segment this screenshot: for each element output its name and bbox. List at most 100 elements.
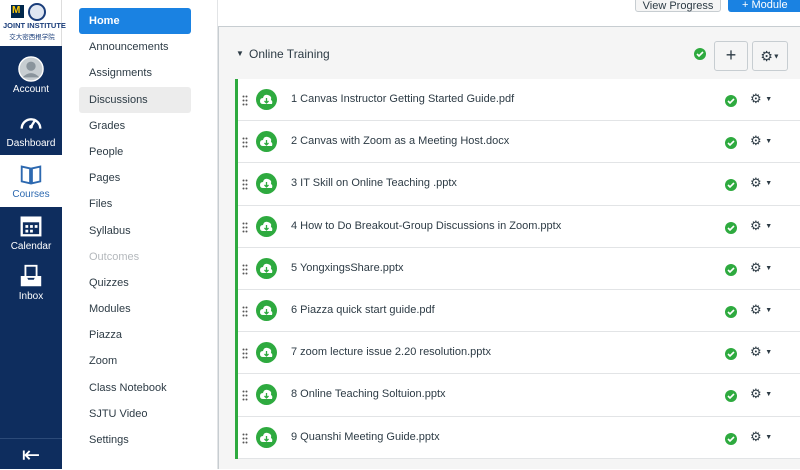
module-item-title[interactable]: 7 zoom lecture issue 2.20 resolution.ppt…: [291, 346, 491, 358]
file-attachment-icon: [256, 173, 277, 195]
view-progress-button[interactable]: View Progress: [635, 0, 721, 12]
logo-text-cn: 交大密西根学院: [9, 34, 55, 41]
chevron-down-icon: ▼: [765, 307, 773, 314]
item-settings-button[interactable]: ⚙ ▼: [750, 429, 772, 445]
item-settings-button[interactable]: ⚙ ▼: [750, 91, 772, 107]
course-nav-class-notebook[interactable]: Class Notebook: [79, 375, 191, 401]
course-nav-announcements[interactable]: Announcements: [79, 34, 191, 60]
file-attachment-icon: [256, 342, 277, 364]
gear-icon: ⚙: [750, 91, 762, 106]
module-item[interactable]: 1 Canvas Instructor Getting Started Guid…: [238, 79, 800, 122]
module-header[interactable]: ▼ Online Training + ⚙▼: [219, 27, 800, 79]
chevron-down-icon: ▼: [765, 391, 773, 399]
course-nav-sjtu-video[interactable]: SJTU Video: [79, 401, 191, 427]
course-nav-zoom[interactable]: Zoom: [79, 348, 191, 374]
account-icon: [18, 56, 44, 82]
chevron-down-icon: ▼: [765, 222, 773, 230]
global-nav-label: Dashboard: [6, 138, 56, 149]
drag-handle-icon[interactable]: [242, 179, 248, 190]
published-check-icon[interactable]: [725, 432, 737, 445]
module-item-title[interactable]: 5 YongxingsShare.pptx: [291, 262, 404, 274]
drag-handle-icon[interactable]: [242, 433, 248, 444]
collapse-caret-icon[interactable]: ▼: [236, 49, 244, 58]
chevron-down-icon: ▼: [765, 349, 773, 357]
course-nav-settings[interactable]: Settings: [79, 427, 191, 453]
item-settings-button[interactable]: ⚙ ▼: [750, 302, 772, 318]
dashboard-icon: [20, 118, 42, 129]
module-item[interactable]: 3 IT Skill on Online Teaching .pptx ⚙ ▼: [238, 163, 800, 206]
course-nav-syllabus[interactable]: Syllabus: [79, 218, 191, 244]
module-item-title[interactable]: 9 Quanshi Meeting Guide.pptx: [291, 431, 440, 443]
file-attachment-icon: [256, 89, 277, 110]
gear-icon: ⚙: [750, 386, 762, 402]
module-items: 1 Canvas Instructor Getting Started Guid…: [235, 79, 800, 459]
collapse-nav-icon[interactable]: ⇤: [0, 438, 62, 469]
chevron-down-icon: ▼: [772, 53, 780, 61]
published-check-icon[interactable]: [725, 305, 737, 318]
item-settings-button[interactable]: ⚙ ▼: [750, 386, 772, 402]
global-nav-calendar[interactable]: Calendar: [0, 207, 62, 259]
published-check-icon[interactable]: [725, 179, 737, 192]
module-item-title[interactable]: 2 Canvas with Zoom as a Meeting Host.doc…: [291, 135, 509, 147]
published-check-icon[interactable]: [725, 95, 737, 107]
item-settings-button[interactable]: ⚙ ▼: [750, 175, 772, 191]
global-nav-courses[interactable]: Courses: [0, 155, 62, 207]
global-nav-dashboard[interactable]: Dashboard: [0, 104, 62, 156]
item-settings-button[interactable]: ⚙ ▼: [750, 133, 772, 149]
course-nav-pages[interactable]: Pages: [79, 165, 191, 191]
drag-handle-icon[interactable]: [242, 137, 248, 148]
global-nav-account[interactable]: Account: [0, 50, 62, 102]
published-check-icon[interactable]: [725, 390, 737, 403]
gear-icon: ⚙: [750, 133, 762, 149]
global-nav-inbox[interactable]: Inbox: [0, 257, 62, 309]
inbox-icon: [20, 264, 42, 287]
institution-logo[interactable]: JOINT INSTITUTE 交大密西根学院: [0, 0, 66, 46]
drag-handle-icon[interactable]: [242, 306, 248, 317]
item-settings-button[interactable]: ⚙ ▼: [750, 344, 772, 360]
course-nav-people[interactable]: People: [79, 139, 191, 165]
chevron-down-icon: ▼: [765, 138, 773, 146]
drag-handle-icon[interactable]: [242, 264, 248, 275]
module-item-title[interactable]: 3 IT Skill on Online Teaching .pptx: [291, 177, 457, 189]
drag-handle-icon[interactable]: [242, 95, 248, 106]
course-nav-files[interactable]: Files: [79, 191, 191, 217]
module-item-title[interactable]: 6 Piazza quick start guide.pdf: [291, 304, 435, 316]
course-nav-piazza[interactable]: Piazza: [79, 322, 191, 348]
gear-icon: ⚙: [750, 344, 762, 360]
drag-handle-icon[interactable]: [242, 348, 248, 359]
module-item-title[interactable]: 8 Online Teaching Soltuion.pptx: [291, 388, 446, 400]
module-item[interactable]: 4 How to Do Breakout-Group Discussions i…: [238, 205, 800, 248]
module-settings-button[interactable]: ⚙▼: [752, 41, 788, 71]
drag-handle-icon[interactable]: [242, 390, 248, 401]
course-nav-outcomes[interactable]: Outcomes: [79, 244, 191, 270]
course-nav-quizzes[interactable]: Quizzes: [79, 270, 191, 296]
module-item[interactable]: 6 Piazza quick start guide.pdf ⚙ ▼: [238, 289, 800, 333]
module-item-title[interactable]: 1 Canvas Instructor Getting Started Guid…: [291, 93, 514, 105]
published-check-icon[interactable]: [694, 48, 706, 60]
file-attachment-icon: [256, 426, 277, 448]
gear-icon: ⚙: [760, 48, 773, 64]
published-check-icon[interactable]: [725, 137, 737, 150]
course-nav-assignments[interactable]: Assignments: [79, 60, 191, 86]
published-check-icon[interactable]: [725, 348, 737, 361]
course-nav-grades[interactable]: Grades: [79, 113, 191, 139]
add-item-button[interactable]: +: [714, 41, 748, 71]
course-nav: Home Announcements Assignments Discussio…: [79, 8, 191, 453]
course-nav-modules[interactable]: Modules: [79, 296, 191, 322]
module-item[interactable]: 7 zoom lecture issue 2.20 resolution.ppt…: [238, 332, 800, 375]
published-check-icon[interactable]: [725, 263, 737, 276]
add-module-button[interactable]: + Module: [728, 0, 800, 12]
published-check-icon[interactable]: [725, 221, 737, 234]
global-nav-label: Inbox: [18, 291, 44, 302]
module-item-title[interactable]: 4 How to Do Breakout-Group Discussions i…: [291, 220, 561, 232]
module-item[interactable]: 9 Quanshi Meeting Guide.pptx ⚙ ▼: [238, 416, 800, 459]
module-item[interactable]: 5 YongxingsShare.pptx ⚙ ▼: [238, 247, 800, 290]
module-item[interactable]: 8 Online Teaching Soltuion.pptx ⚙ ▼: [238, 374, 800, 417]
item-settings-button[interactable]: ⚙ ▼: [750, 260, 772, 276]
course-nav-home[interactable]: Home: [79, 8, 191, 35]
module-item[interactable]: 2 Canvas with Zoom as a Meeting Host.doc…: [238, 121, 800, 164]
course-nav-discussions[interactable]: Discussions: [79, 86, 191, 113]
item-settings-button[interactable]: ⚙ ▼: [750, 218, 772, 234]
chevron-down-icon: ▼: [765, 180, 773, 188]
drag-handle-icon[interactable]: [242, 222, 248, 233]
